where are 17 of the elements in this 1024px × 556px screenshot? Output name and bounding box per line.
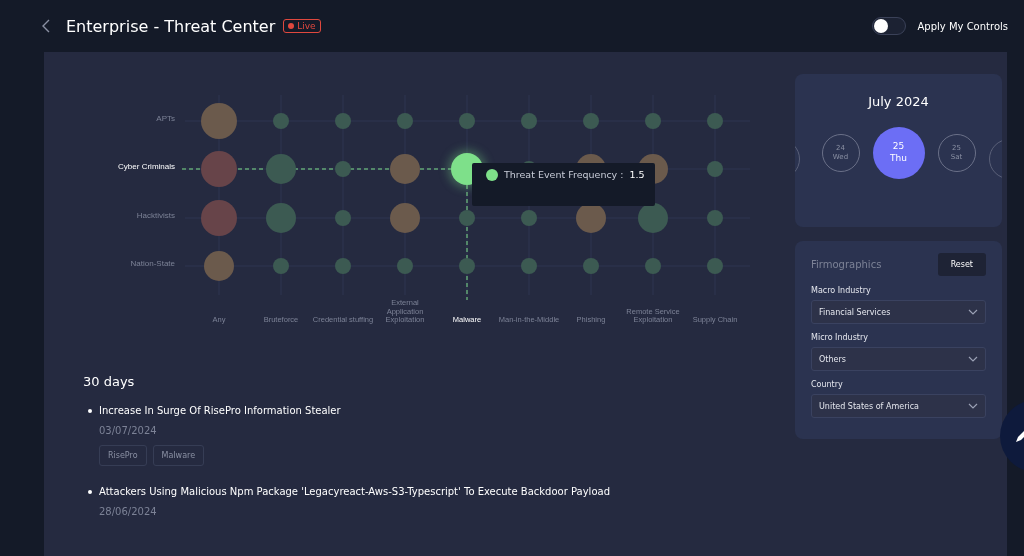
field-label: Micro Industry [811,333,869,342]
row-label: Nation-State [130,259,175,268]
filter-title: Firmographics [811,259,882,270]
field-label: Macro Industry [811,286,872,295]
row-label: Cyber Criminals [118,162,175,171]
live-badge: Live [283,19,321,33]
tooltip-value: 1.5 [629,169,645,180]
field-label: Country [811,380,844,389]
tooltip-label: Threat Event Frequency : [504,169,624,180]
page-title: Enterprise - Threat Center [66,16,276,36]
news-date: 28/06/2024 [99,506,158,517]
month-title: July 2024 [866,94,930,109]
row-label: APTs [156,114,175,123]
period-heading: 30 days [83,374,136,389]
toggle-label: Apply My Controls [917,20,1008,32]
row-label: Hacktivists [136,211,175,220]
news-date: 03/07/2024 [99,425,158,436]
